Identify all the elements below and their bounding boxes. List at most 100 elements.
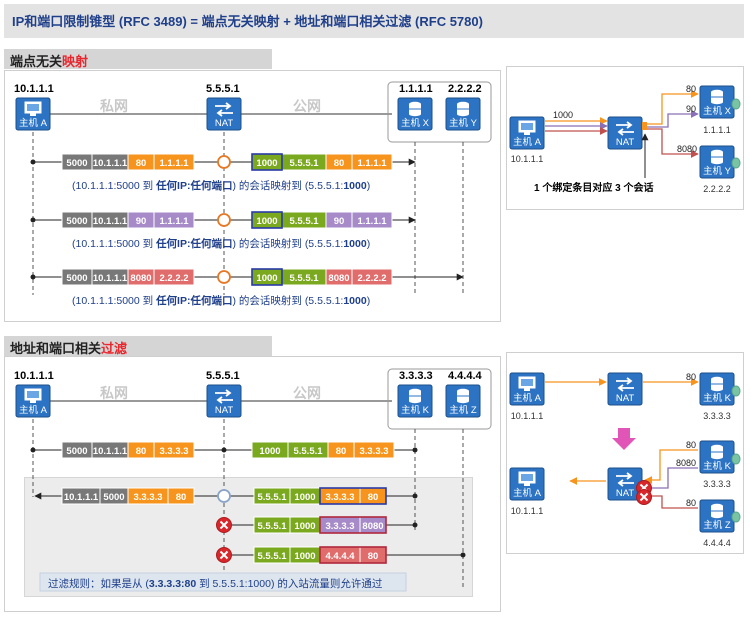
- section2-ip-nat: 5.5.5.1: [206, 370, 240, 382]
- section2-in-left-text-2: 3.3.3.3: [133, 492, 162, 503]
- diagram1-host-x-icon-disk-bottom: [711, 99, 723, 105]
- section1-row0-nat-ring: [217, 155, 231, 169]
- diagram2-bottom-port-80: 80: [686, 440, 696, 450]
- section2-in-row0-text-3: 80: [368, 492, 379, 503]
- section2-in-row1-text-2: 3.3.3.3: [325, 521, 354, 532]
- section2-in-row2-text-1: 1000: [294, 551, 315, 562]
- diagram2-host-a-icon-label: 主机 A: [513, 392, 542, 404]
- section1-row2-right-text-2: 8080: [328, 273, 349, 284]
- section2-ip-a: 10.1.1.1: [14, 370, 54, 382]
- section1-ip-a: 10.1.1.1: [14, 83, 54, 95]
- diagram2-ip-k: 3.3.3.3: [703, 411, 731, 421]
- section1-note-2-note_mid: ) 的会话映射到 (5.5.5.1:: [232, 295, 344, 307]
- diagram2-z-port-80: 80: [686, 498, 696, 508]
- section2-host-k-icon-disk-bottom: [409, 398, 421, 404]
- section2-block1-dot: [412, 522, 418, 528]
- section1-note-1: (10.1.1.1:5000 到 任何IP:任何端口) 的会话映射到 (5.5.…: [72, 236, 370, 251]
- section1-row1-left-text-1: 10.1.1.1: [93, 216, 128, 227]
- section2-host-a-icon-stand: [30, 400, 36, 403]
- section1-note-2-note_bold: 任何IP:任何端口: [156, 295, 233, 307]
- section1-row1-right-text-2: 90: [334, 216, 345, 227]
- section1-row2-left-text-2: 8080: [130, 273, 151, 284]
- section1-note-2-note_pre: (10.1.1.1:5000 到: [72, 295, 157, 307]
- section2-in-row0-text-1: 1000: [294, 492, 315, 503]
- diagram1-host-y-icon-label: 主机 Y: [703, 165, 732, 177]
- section1-note-0-note_end: ): [366, 180, 371, 192]
- section2-ip-k: 3.3.3.3: [399, 370, 433, 382]
- diagram2-port-8080: 8080: [676, 458, 696, 468]
- section2-ip-z: 4.4.4.4: [448, 370, 482, 382]
- section1-note-1-note_mid: ) 的会话映射到 (5.5.5.1:: [232, 238, 344, 250]
- section1-row1-nat-ring: [217, 213, 231, 227]
- section1-row1-left-text-2: 90: [136, 216, 147, 227]
- diagram2-bottom-ip-a: 10.1.1.1: [511, 506, 544, 516]
- section1-row0-left-text-3: 1.1.1.1: [159, 158, 189, 169]
- diagram2-host-k-icon-disk-bottom: [711, 386, 723, 392]
- section1-row2-right-text-0: 1000: [256, 273, 277, 284]
- section2-rule-rule_pre: 过滤规则：如果是从 (: [48, 578, 149, 590]
- diagram1-port-80: 80: [686, 84, 696, 94]
- diagram1-host-a-icon-screen-inner: [521, 123, 533, 130]
- section1-note-2-note_port: 1000: [343, 295, 367, 307]
- diagram2-bottom-host-a-icon-stand: [524, 483, 530, 486]
- section2-out-dot-right: [412, 447, 418, 453]
- diagram1-host-y-dot: [731, 157, 741, 169]
- diagram1-ip-a: 10.1.1.1: [511, 154, 544, 164]
- section1-host-a-icon-screen-inner: [27, 104, 39, 111]
- section2-nat-icon-label: NAT: [215, 405, 233, 416]
- section2-out-right-text-0: 1000: [259, 446, 280, 457]
- section1-note-0-note_port: 1000: [343, 180, 367, 192]
- section1-host-y-icon-label: 主机 Y: [449, 117, 478, 129]
- section2-in-left-text-1: 5000: [103, 492, 124, 503]
- section1-row2-left-text-3: 2.2.2.2: [159, 273, 188, 284]
- diagram2-host-z-dot: [731, 511, 741, 523]
- section2-out-dot-left: [30, 447, 36, 453]
- diagram1-caption: 1 个绑定条目对应 3 个会话: [534, 181, 653, 194]
- section1-note-2: (10.1.1.1:5000 到 任何IP:任何端口) 的会话映射到 (5.5.…: [72, 293, 370, 308]
- section1-row0-right-text-1: 5.5.5.1: [289, 158, 319, 169]
- section2-in-row0-text-2: 3.3.3.3: [325, 492, 354, 503]
- section1-row0-right-text-2: 80: [334, 158, 345, 169]
- section2-host-a-icon-label: 主机 A: [19, 404, 48, 416]
- diagram2-bottom-host-a-icon-label: 主机 A: [513, 487, 542, 499]
- section2-out-right-text-2: 80: [336, 446, 347, 457]
- diagram2-ip-a: 10.1.1.1: [511, 411, 544, 421]
- section1-row-dot-2: [30, 274, 36, 280]
- section1-host-a-icon-stand: [30, 113, 36, 116]
- section2-out-left-text-1: 10.1.1.1: [93, 446, 128, 457]
- section2-in-row2-text-2: 4.4.4.4: [325, 551, 355, 562]
- diagram1-nat-port-marker: [642, 122, 647, 130]
- diagram2-bottom-host-k-icon-disk-bottom: [711, 454, 723, 460]
- section2-rule-rule_bold: 3.3.3.3:80: [148, 578, 197, 590]
- diagram1-host-x-dot: [731, 98, 741, 110]
- diagram2-down-arrow: [612, 428, 636, 450]
- diagram2-host-k-dot: [731, 385, 741, 397]
- diagram2-top-port-80: 80: [686, 372, 696, 382]
- diagram2-host-a-icon-screen-inner: [521, 379, 533, 386]
- section1-note-1-note_bold: 任何IP:任何端口: [156, 238, 233, 250]
- diagram1-host-a-icon-stand: [524, 132, 530, 135]
- diagram2-host-k-icon-label: 主机 K: [703, 392, 732, 404]
- section2-private-label: 私网: [100, 385, 128, 401]
- diagram2-bottom-host-k-icon-label: 主机 K: [703, 460, 732, 472]
- diagram1-port-out: 1000: [553, 110, 573, 120]
- section1-row2-nat-ring: [217, 270, 231, 284]
- section1-row2-right-text-1: 5.5.5.1: [289, 273, 319, 284]
- section1-host-x-icon-label: 主机 X: [401, 117, 430, 129]
- section2-in-row0-text-0: 5.5.5.1: [257, 492, 287, 503]
- section1-row0-left-text-2: 80: [136, 158, 147, 169]
- section1-public-label: 公网: [293, 98, 321, 114]
- diagram2-host-a-icon-stand: [524, 388, 530, 391]
- section1-note-1-note_port: 1000: [343, 238, 367, 250]
- section2-block2-dot: [460, 552, 466, 558]
- section2-in-left-text-3: 80: [176, 492, 187, 503]
- section2-in-row1-text-0: 5.5.5.1: [257, 521, 287, 532]
- section2-in-row1-text-1: 1000: [294, 521, 315, 532]
- section1-host-a-icon-label: 主机 A: [19, 117, 48, 129]
- section1-row0-right-text-0: 1000: [256, 158, 277, 169]
- section1-row2-right-text-3: 2.2.2.2: [357, 273, 386, 284]
- section2-in-row2-text-0: 5.5.5.1: [257, 551, 287, 562]
- section1-private-label: 私网: [100, 98, 128, 114]
- diagram2-bottom-nat-icon-label: NAT: [616, 488, 634, 499]
- diagram2-host-z-icon-disk-bottom: [711, 513, 723, 519]
